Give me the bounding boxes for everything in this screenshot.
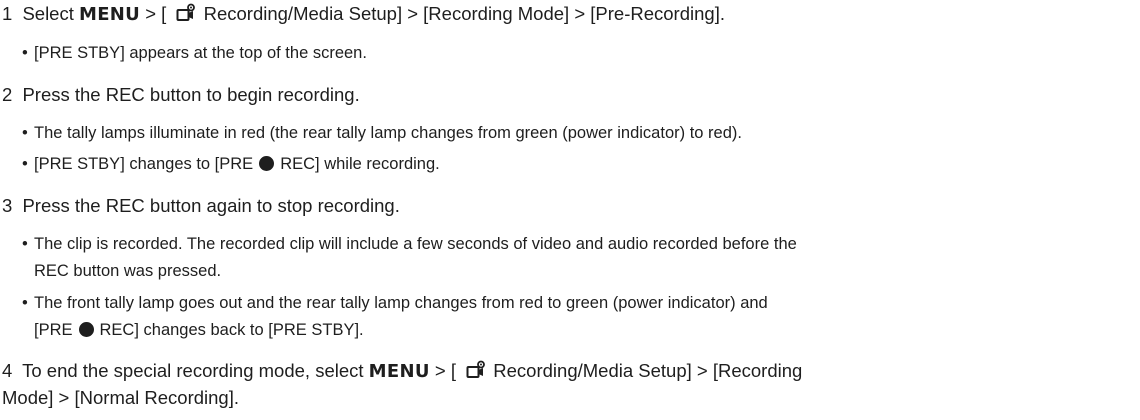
- record-dot-icon: [259, 156, 275, 171]
- step-number: 2: [2, 84, 13, 105]
- recording-media-setup-icon: [176, 3, 196, 21]
- bullet-text: REC] while recording.: [280, 155, 440, 173]
- step-text: Recording/Media Setup] > [Recording: [493, 360, 803, 381]
- step-text: To end the special recording mode, selec…: [22, 360, 364, 381]
- bullet: •: [22, 155, 28, 173]
- step-text: Press the REC button to begin recording.: [22, 84, 360, 105]
- bullet-text-line: The front tally lamp goes out and the re…: [34, 294, 768, 312]
- menu-button-label: MENU: [368, 361, 430, 382]
- bullet-text: The tally lamps illuminate in red (the r…: [34, 124, 742, 142]
- bullet-text: [PRE: [34, 321, 73, 339]
- bullet: •: [22, 44, 28, 62]
- step-text: Mode] > [Normal Recording].: [2, 387, 240, 408]
- bullet-text: [PRE STBY] changes to [PRE: [34, 155, 254, 173]
- bullet-text: [PRE STBY] appears at the top of the scr…: [34, 44, 367, 62]
- bullet-text-line: REC button was pressed.: [34, 262, 222, 280]
- bullet-text: REC] changes back to [PRE STBY].: [99, 321, 364, 339]
- bullet-text-wrapper: [PRE STBY] changes to [PRE REC] while rec…: [34, 152, 1134, 177]
- bullet: •: [22, 124, 28, 142]
- recording-media-setup-icon: [466, 360, 486, 378]
- step-2: 2 Press the REC button to begin recordin…: [2, 82, 360, 108]
- step-1: 1 Select MENU > [ Recording/Media Setup]…: [2, 1, 725, 28]
- step-number: 1: [2, 3, 13, 24]
- menu-button-label: MENU: [79, 4, 141, 25]
- step-number: 3: [2, 195, 13, 216]
- bullet: •: [22, 235, 28, 253]
- step-4-continuation: Mode] > [Normal Recording].: [2, 385, 239, 411]
- bullet-text-wrapper: [PRE REC] changes back to [PRE STBY].: [34, 318, 1134, 343]
- step-text: > [: [434, 360, 456, 381]
- record-dot-icon: [78, 322, 94, 337]
- step-text: Press the REC button again to stop recor…: [22, 195, 400, 216]
- step-number: 4: [2, 360, 13, 381]
- step-4: 4 To end the special recording mode, sel…: [2, 358, 802, 385]
- bullet-text-line: The clip is recorded. The recorded clip …: [34, 235, 797, 253]
- step-text: > [: [145, 3, 167, 24]
- step-text: Select: [22, 3, 74, 24]
- step-3: 3 Press the REC button again to stop rec…: [2, 193, 400, 219]
- manual-page: 1 Select MENU > [ Recording/Media Setup]…: [0, 0, 1140, 420]
- bullet: •: [22, 294, 28, 312]
- step-text: Recording/Media Setup] > [Recording Mode…: [203, 3, 725, 24]
